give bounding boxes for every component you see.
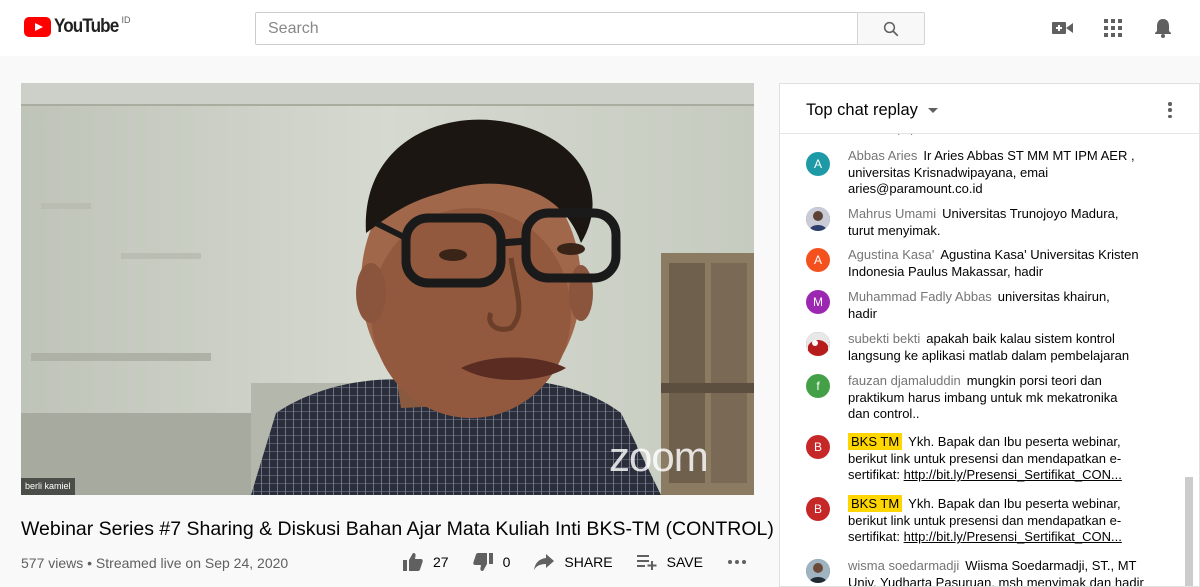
- dislike-count: 0: [502, 554, 511, 570]
- chat-author-owner-badge: BKS TM: [848, 433, 903, 450]
- user-photo-icon: [806, 207, 830, 231]
- video-title: Webinar Series #7 Sharing & Diskusi Baha…: [21, 518, 774, 540]
- chat-text-line: sertifikat:: [848, 467, 904, 483]
- avatar: f: [806, 374, 830, 398]
- chat-text-line: Ykh. Bapak dan Ibu peserta webinar,: [908, 434, 1121, 449]
- avatar: [806, 207, 830, 231]
- view-count-and-date: 577 views • Streamed live on Sep 24, 202…: [21, 555, 289, 571]
- avatar: A: [806, 152, 830, 176]
- chat-text-line: praktikum harus imbang untuk mk mekatron…: [848, 389, 1118, 405]
- like-count: 27: [433, 554, 449, 570]
- save-label: SAVE: [666, 554, 703, 570]
- search-input[interactable]: [255, 12, 858, 45]
- chat-author: Agustina Kasa': [848, 247, 935, 262]
- chat-author-owner-badge: BKS TM: [848, 495, 903, 512]
- chat-author: Muhammad Fadly Abbas: [848, 289, 992, 304]
- chat-author: subekti bekti: [848, 331, 921, 346]
- search-button[interactable]: [857, 12, 925, 45]
- chat-text-line: universitas khairun,: [997, 289, 1110, 304]
- masthead: YouTube ID: [0, 0, 1200, 56]
- share-button[interactable]: SHARE: [534, 554, 613, 570]
- chat-text-line: Ykh. Bapak dan Ibu peserta webinar,: [908, 496, 1121, 511]
- country-code: ID: [121, 15, 131, 25]
- more-vertical-icon[interactable]: [1166, 100, 1174, 120]
- apps-button[interactable]: [1101, 16, 1125, 40]
- chat-text-line: apakah baik kalau sistem kontrol: [926, 331, 1115, 346]
- participant-name-label: berli kamiel: [21, 478, 75, 495]
- chat-text-line: Wiisma Soedarmadji, ST., MT: [965, 558, 1137, 573]
- presence-link[interactable]: http://bit.ly/Presensi_Sertifikat_CON...: [904, 529, 1122, 544]
- user-photo-icon: [806, 332, 830, 356]
- live-chat-panel: di chat :-) q A Abbas AriesIr Aries Abba…: [779, 83, 1200, 587]
- video-player[interactable]: zoom berli kamiel: [21, 83, 754, 495]
- thumbs-down-icon: [472, 553, 493, 571]
- avatar: M: [806, 290, 830, 314]
- chat-text-line: dan control..: [848, 406, 920, 422]
- chat-text-line: sertifikat:: [848, 529, 904, 545]
- notifications-button[interactable]: [1151, 16, 1175, 40]
- more-horizontal-icon: [727, 560, 746, 564]
- avatar: B: [806, 497, 830, 521]
- youtube-logo[interactable]: YouTube ID: [24, 15, 131, 37]
- chevron-down-icon[interactable]: [928, 108, 938, 113]
- chat-text-line: turut menyimak.: [848, 222, 941, 238]
- search-icon: [883, 21, 899, 36]
- save-button[interactable]: SAVE: [636, 554, 703, 570]
- share-label: SHARE: [564, 554, 613, 570]
- avatar: [806, 559, 830, 583]
- chat-text-line: Indonesia Paulus Makassar, hadir: [848, 263, 1044, 279]
- thumbs-up-icon: [403, 553, 423, 571]
- chat-text-line: Univ. Yudharta Pasuruan, msh menyimak da…: [848, 574, 1144, 587]
- chat-text-line: Agustina Kasa' Universitas Kristen: [940, 247, 1139, 262]
- playlist-add-icon: [636, 555, 657, 570]
- chat-text-line: Ir Aries Abbas ST MM MT IPM AER ,: [923, 148, 1135, 163]
- share-arrow-icon: [534, 554, 555, 570]
- avatar: A: [806, 248, 830, 272]
- chat-author: Abbas Aries: [848, 148, 918, 163]
- create-video-icon: [1052, 22, 1073, 34]
- chat-text-line: universitas Krisnadwipayana, emai: [848, 164, 1049, 180]
- chat-author: fauzan djamaluddin: [848, 373, 961, 388]
- chat-text-line: langsung ke aplikasi matlab dalam pembel…: [848, 347, 1130, 363]
- chat-text-line: berikut link untuk presensi dan mendapat…: [848, 512, 1122, 528]
- chat-author: Mahrus Umami: [848, 206, 937, 221]
- user-photo-icon: [806, 559, 830, 583]
- chat-mode-selector[interactable]: Top chat replay: [806, 101, 918, 120]
- dislike-button[interactable]: 0: [472, 553, 511, 571]
- youtube-play-icon: [24, 17, 51, 37]
- logo-text: YouTube: [54, 16, 119, 37]
- chat-text-line: hadir: [848, 305, 877, 321]
- chat-header: Top chat replay: [780, 84, 1199, 134]
- apps-grid-icon: [1104, 19, 1122, 37]
- zoom-watermark: zoom: [609, 433, 709, 480]
- avatar: B: [806, 435, 830, 459]
- chat-text-line: aries@paramount.co.id: [848, 181, 983, 197]
- like-button[interactable]: 27: [403, 553, 449, 571]
- chat-author: wisma soedarmadji: [848, 558, 960, 573]
- video-actions: 27 0 SHARE SAVE: [403, 553, 757, 571]
- chat-text-line: berikut link untuk presensi dan mendapat…: [848, 450, 1122, 466]
- presence-link[interactable]: http://bit.ly/Presensi_Sertifikat_CON...: [904, 467, 1122, 482]
- chat-text-line: mungkin porsi teori dan: [966, 373, 1102, 388]
- create-video-button[interactable]: [1051, 16, 1075, 40]
- avatar: [806, 332, 830, 356]
- more-actions-button[interactable]: [727, 559, 757, 565]
- chat-text-line: Universitas Trunojoyo Madura,: [942, 206, 1119, 221]
- notifications-bell-icon: [1155, 19, 1171, 38]
- chat-scrollbar[interactable]: [1185, 477, 1193, 586]
